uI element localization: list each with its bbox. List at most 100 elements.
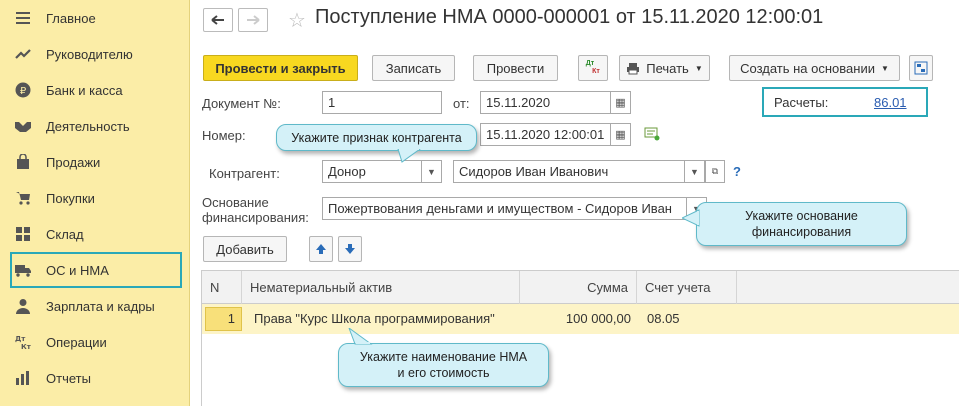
sidebar-item-warehouse[interactable]: Склад: [0, 216, 190, 252]
hierarchy-icon: [914, 61, 928, 75]
bar-chart-icon: [14, 369, 32, 387]
calendar-icon[interactable]: ▦: [611, 91, 631, 114]
bag-icon: [14, 153, 32, 171]
sidebar-item-label: Операции: [46, 334, 107, 350]
chevron-down-icon[interactable]: ▼: [422, 160, 442, 183]
sidebar: Главное Руководителю ₽ Банк и касса Деят…: [0, 0, 190, 406]
doc-number-label: Документ №:: [202, 96, 281, 111]
post-and-close-button[interactable]: Провести и закрыть: [203, 55, 358, 81]
arrow-right-icon: [247, 15, 260, 25]
sidebar-item-manager[interactable]: Руководителю: [0, 36, 190, 72]
sidebar-item-label: Склад: [46, 226, 84, 242]
sidebar-item-label: Главное: [46, 10, 96, 26]
column-header-sum[interactable]: Сумма: [520, 271, 637, 304]
sidebar-item-activity[interactable]: Деятельность: [0, 108, 190, 144]
table-header: N Нематериальный актив Сумма Счет учета: [202, 271, 959, 304]
callout-tail: [348, 328, 373, 345]
table-row[interactable]: 1 Права "Курс Школа программирования" 10…: [202, 304, 959, 334]
contractor-label: Контрагент:: [209, 166, 280, 181]
post-button[interactable]: Провести: [473, 55, 558, 81]
sidebar-item-label: ОС и НМА: [46, 262, 109, 278]
favorite-star-icon[interactable]: ☆: [288, 8, 306, 33]
forward-button[interactable]: [238, 8, 268, 32]
sidebar-item-reports[interactable]: Отчеты: [0, 360, 190, 396]
dt-kt-button[interactable]: Дт Кт: [578, 55, 608, 81]
contractor-input[interactable]: Сидоров Иван Иванович: [453, 160, 685, 183]
calendar-icon[interactable]: ▦: [611, 123, 631, 146]
sidebar-item-purchases[interactable]: Покупки: [0, 180, 190, 216]
cell-sum[interactable]: 100 000,00: [520, 304, 637, 334]
callout-basis-text-1: Укажите основание: [745, 209, 858, 223]
ruble-icon: ₽: [14, 81, 32, 99]
sidebar-item-label: Руководителю: [46, 46, 133, 62]
person-icon: [14, 297, 32, 315]
arrow-left-icon: [211, 15, 224, 25]
sidebar-item-assets[interactable]: ОС и НМА: [10, 252, 182, 288]
column-header-n[interactable]: N: [202, 271, 242, 304]
callout-basis: Укажите основание финансирования: [696, 202, 907, 246]
sidebar-item-main[interactable]: Главное: [0, 0, 190, 36]
number-date-input[interactable]: 15.11.2020 12:00:01: [480, 123, 611, 146]
print-button[interactable]: Печать ▼: [619, 55, 710, 81]
doc-number-input[interactable]: 1: [322, 91, 442, 114]
sidebar-item-label: Банк и касса: [46, 82, 123, 98]
help-icon[interactable]: ?: [733, 164, 741, 179]
callout-nma-text-2: и его стоимость: [397, 366, 490, 380]
contractor-type-select[interactable]: Донор: [322, 160, 422, 183]
save-button[interactable]: Записать: [372, 55, 455, 81]
number-label: Номер:: [202, 128, 246, 143]
comment-icon[interactable]: [644, 127, 660, 144]
printer-icon: [627, 62, 640, 74]
column-header-account[interactable]: Счет учета: [637, 271, 737, 304]
sidebar-item-salary[interactable]: Зарплата и кадры: [0, 288, 190, 324]
handshake-icon: [14, 117, 32, 135]
svg-text:₽: ₽: [20, 86, 27, 97]
cart-icon: [14, 189, 32, 207]
caret-down-icon: ▼: [694, 63, 703, 73]
move-down-button[interactable]: [338, 236, 362, 262]
svg-text:Дт: Дт: [15, 335, 26, 343]
date-input[interactable]: 15.11.2020: [480, 91, 611, 114]
open-icon[interactable]: ⧉: [705, 160, 725, 183]
cell-n[interactable]: 1: [205, 307, 242, 331]
sidebar-item-bank[interactable]: ₽ Банк и касса: [0, 72, 190, 108]
caret-down-icon: ▼: [880, 63, 889, 73]
create-based-label: Создать на основании: [740, 60, 875, 76]
arrow-down-icon: [345, 244, 355, 254]
add-row-button[interactable]: Добавить: [203, 236, 287, 262]
basis-label-2: финансирования:: [202, 210, 309, 225]
page-title: Поступление НМА 0000-000001 от 15.11.202…: [315, 6, 824, 28]
dt-label: Дт: [585, 60, 595, 67]
move-up-button[interactable]: [309, 236, 333, 262]
grid-icon: [14, 225, 32, 243]
basis-label: Основание: [202, 195, 269, 210]
cell-account[interactable]: 08.05: [641, 304, 741, 334]
payments-label: Расчеты:: [774, 95, 829, 110]
callout-tail: [397, 149, 421, 163]
sidebar-item-label: Продажи: [46, 154, 101, 170]
basis-input[interactable]: Пожертвования деньгами и имуществом - Си…: [322, 197, 687, 220]
callout-basis-text-2: финансирования: [751, 225, 852, 239]
sidebar-item-operations[interactable]: Дт Кт Операции: [0, 324, 190, 360]
create-based-on-button[interactable]: Создать на основании ▼: [729, 55, 900, 81]
structure-button[interactable]: [909, 55, 933, 81]
assets-table: N Нематериальный актив Сумма Счет учета …: [201, 270, 959, 406]
sidebar-item-label: Покупки: [46, 190, 95, 206]
sidebar-item-sales[interactable]: Продажи: [0, 144, 190, 180]
sidebar-item-label: Деятельность: [46, 118, 130, 134]
callout-tail: [682, 209, 700, 227]
sidebar-item-label: Зарплата и кадры: [46, 298, 155, 314]
dt-kt-icon: Дт Кт: [14, 333, 32, 351]
print-label: Печать: [646, 60, 689, 76]
chevron-down-icon[interactable]: ▼: [685, 160, 705, 183]
callout-contractor-text: Укажите признак контрагента: [291, 130, 462, 145]
payments-account-link[interactable]: 86.01: [874, 95, 907, 110]
arrow-up-icon: [316, 244, 326, 254]
trend-icon: [14, 45, 32, 63]
callout-nma: Укажите наименование НМА и его стоимость: [338, 343, 549, 387]
sidebar-item-label: Отчеты: [46, 370, 91, 386]
column-header-asset[interactable]: Нематериальный актив: [242, 271, 520, 304]
callout-nma-text-1: Укажите наименование НМА: [359, 350, 528, 364]
back-button[interactable]: [203, 8, 233, 32]
kt-label: Кт: [592, 68, 600, 75]
